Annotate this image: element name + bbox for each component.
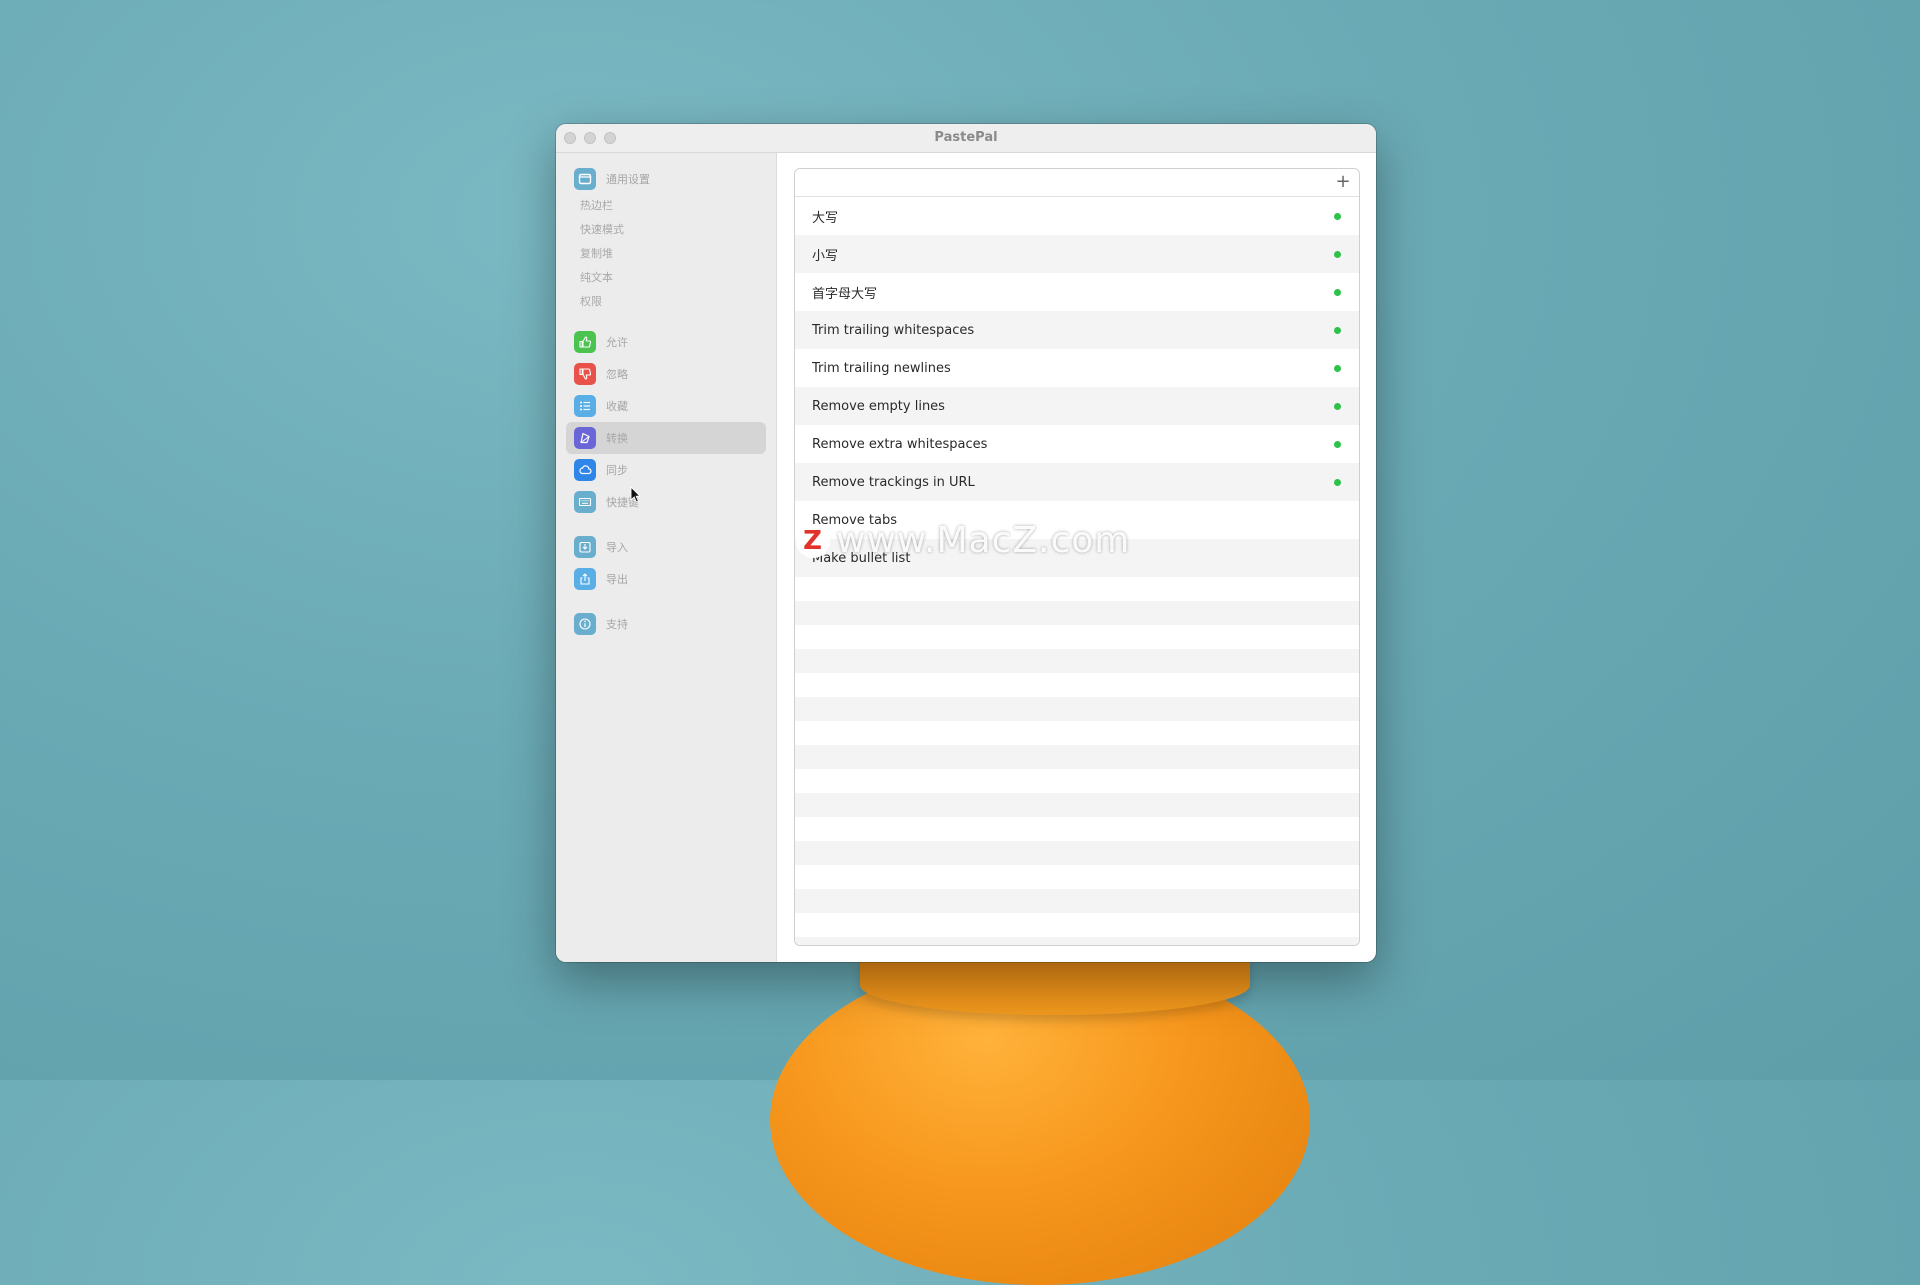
list-item[interactable]: Remove empty lines (795, 387, 1359, 425)
sidebar-item-label: 导出 (606, 573, 628, 586)
enabled-indicator (1334, 251, 1341, 258)
transform-name: Remove empty lines (812, 398, 945, 414)
empty-row (795, 841, 1359, 865)
import-icon (574, 536, 596, 558)
sidebar-item-ignore[interactable]: 忽略 (566, 358, 766, 390)
sidebar-item-label: 收藏 (606, 400, 628, 413)
orange-top-background (860, 955, 1250, 1015)
thumbs-up-icon (574, 331, 596, 353)
list-item[interactable]: Remove trackings in URL (795, 463, 1359, 501)
enabled-indicator (1334, 365, 1341, 372)
sidebar-item-label: 支持 (606, 618, 628, 631)
sidebar-item-label: 转换 (606, 432, 628, 445)
sidebar: 通用设置 热边栏 快速模式 复制堆 纯文本 权限 允许 忽略 收藏 转换 同步 … (556, 153, 777, 962)
transform-name: 小写 (812, 248, 839, 264)
empty-row (795, 937, 1359, 945)
add-transform-button[interactable]: + (1333, 172, 1353, 192)
sidebar-subitem-plain-text[interactable]: 纯文本 (580, 270, 613, 286)
export-icon (574, 568, 596, 590)
transform-name: Remove trackings in URL (812, 474, 975, 490)
empty-row (795, 889, 1359, 913)
transform-name: Trim trailing whitespaces (812, 322, 975, 338)
sidebar-item-label: 忽略 (606, 368, 628, 381)
sidebar-item-shortcuts[interactable]: 快捷键 (566, 486, 766, 518)
sidebar-item-label: 导入 (606, 541, 628, 554)
empty-row (795, 625, 1359, 649)
transform-icon (574, 427, 596, 449)
mouse-cursor-icon (630, 486, 642, 503)
empty-row (795, 769, 1359, 793)
sidebar-item-label: 同步 (606, 464, 628, 477)
empty-row (795, 793, 1359, 817)
transform-name: 大写 (812, 210, 839, 226)
empty-row (795, 577, 1359, 601)
list-item[interactable]: 大写 (795, 197, 1359, 235)
cloud-icon (574, 459, 596, 481)
list-icon (574, 395, 596, 417)
enabled-indicator (1334, 327, 1341, 334)
list-item[interactable]: 小写 (795, 235, 1359, 273)
enabled-indicator (1334, 479, 1341, 486)
window-icon (574, 168, 596, 190)
sidebar-subitem-copy-stack[interactable]: 复制堆 (580, 246, 613, 262)
sidebar-item-import[interactable]: 导入 (566, 531, 766, 563)
keyboard-icon (574, 491, 596, 513)
empty-row (795, 745, 1359, 769)
sidebar-item-general[interactable]: 通用设置 (566, 163, 766, 195)
watermark-logo: Z (796, 523, 830, 558)
info-icon (574, 613, 596, 635)
watermark: Z www.MacZ.com (796, 520, 1130, 561)
empty-row (795, 865, 1359, 889)
thumbs-down-icon (574, 363, 596, 385)
sidebar-subitem-hot-edge[interactable]: 热边栏 (580, 198, 613, 214)
transform-name: 首字母大写 (812, 286, 878, 302)
empty-row (795, 601, 1359, 625)
sidebar-subitem-quick-mode[interactable]: 快速模式 (580, 222, 624, 238)
sidebar-item-label: 允许 (606, 336, 628, 349)
enabled-indicator (1334, 441, 1341, 448)
transforms-list: 大写 小写 首字母大写 Trim trailing whitespaces Tr… (795, 197, 1359, 945)
list-item[interactable]: Remove extra whitespaces (795, 425, 1359, 463)
empty-row (795, 721, 1359, 745)
empty-row (795, 697, 1359, 721)
watermark-text: www.MacZ.com (836, 520, 1131, 561)
sidebar-item-label: 通用设置 (606, 173, 650, 186)
sidebar-item-export[interactable]: 导出 (566, 563, 766, 595)
transform-name: Trim trailing newlines (812, 360, 951, 376)
enabled-indicator (1334, 213, 1341, 220)
empty-row (795, 913, 1359, 937)
sidebar-item-favorites[interactable]: 收藏 (566, 390, 766, 422)
sidebar-item-allow[interactable]: 允许 (566, 326, 766, 358)
empty-row (795, 817, 1359, 841)
sidebar-item-sync[interactable]: 同步 (566, 454, 766, 486)
list-item[interactable]: Trim trailing newlines (795, 349, 1359, 387)
transforms-toolbar: + (795, 169, 1359, 197)
transform-name: Remove extra whitespaces (812, 436, 988, 452)
list-item[interactable]: Trim trailing whitespaces (795, 311, 1359, 349)
empty-row (795, 649, 1359, 673)
list-item[interactable]: 首字母大写 (795, 273, 1359, 311)
enabled-indicator (1334, 289, 1341, 296)
sidebar-item-transform[interactable]: 转换 (566, 422, 766, 454)
empty-row (795, 673, 1359, 697)
title-bar: PastePal (556, 124, 1376, 153)
sidebar-subitem-permissions[interactable]: 权限 (580, 294, 602, 310)
window-title: PastePal (934, 130, 998, 145)
enabled-indicator (1334, 403, 1341, 410)
sidebar-item-support[interactable]: 支持 (566, 608, 766, 640)
